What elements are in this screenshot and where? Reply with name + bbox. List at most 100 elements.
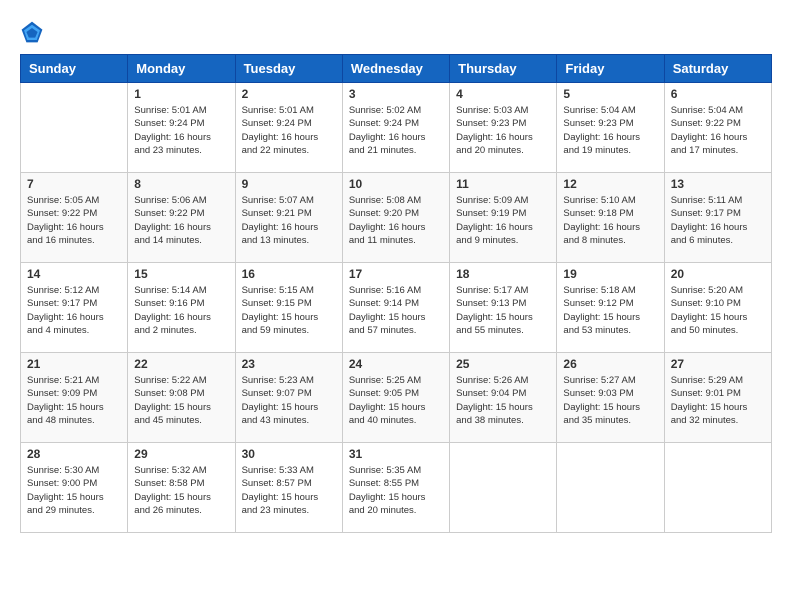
calendar-cell: 17 Sunrise: 5:16 AMSunset: 9:14 PMDaylig… — [342, 263, 449, 353]
calendar-cell: 10 Sunrise: 5:08 AMSunset: 9:20 PMDaylig… — [342, 173, 449, 263]
day-info: Sunrise: 5:07 AMSunset: 9:21 PMDaylight:… — [242, 194, 336, 247]
calendar-cell: 28 Sunrise: 5:30 AMSunset: 9:00 PMDaylig… — [21, 443, 128, 533]
day-number: 1 — [134, 87, 228, 101]
day-number: 29 — [134, 447, 228, 461]
day-number: 18 — [456, 267, 550, 281]
weekday-header: Thursday — [450, 55, 557, 83]
day-info: Sunrise: 5:15 AMSunset: 9:15 PMDaylight:… — [242, 284, 336, 337]
calendar-week-row: 7 Sunrise: 5:05 AMSunset: 9:22 PMDayligh… — [21, 173, 772, 263]
day-number: 30 — [242, 447, 336, 461]
weekday-header: Sunday — [21, 55, 128, 83]
calendar-cell: 31 Sunrise: 5:35 AMSunset: 8:55 PMDaylig… — [342, 443, 449, 533]
day-info: Sunrise: 5:02 AMSunset: 9:24 PMDaylight:… — [349, 104, 443, 157]
weekday-header: Monday — [128, 55, 235, 83]
calendar-cell: 11 Sunrise: 5:09 AMSunset: 9:19 PMDaylig… — [450, 173, 557, 263]
day-number: 21 — [27, 357, 121, 371]
day-number: 19 — [563, 267, 657, 281]
day-info: Sunrise: 5:29 AMSunset: 9:01 PMDaylight:… — [671, 374, 765, 427]
weekday-header: Tuesday — [235, 55, 342, 83]
day-number: 16 — [242, 267, 336, 281]
day-number: 20 — [671, 267, 765, 281]
calendar-cell: 24 Sunrise: 5:25 AMSunset: 9:05 PMDaylig… — [342, 353, 449, 443]
weekday-header: Saturday — [664, 55, 771, 83]
calendar-cell: 8 Sunrise: 5:06 AMSunset: 9:22 PMDayligh… — [128, 173, 235, 263]
day-info: Sunrise: 5:21 AMSunset: 9:09 PMDaylight:… — [27, 374, 121, 427]
day-number: 10 — [349, 177, 443, 191]
day-info: Sunrise: 5:04 AMSunset: 9:22 PMDaylight:… — [671, 104, 765, 157]
day-info: Sunrise: 5:18 AMSunset: 9:12 PMDaylight:… — [563, 284, 657, 337]
day-number: 6 — [671, 87, 765, 101]
calendar-cell — [450, 443, 557, 533]
calendar-cell: 29 Sunrise: 5:32 AMSunset: 8:58 PMDaylig… — [128, 443, 235, 533]
day-number: 17 — [349, 267, 443, 281]
day-info: Sunrise: 5:05 AMSunset: 9:22 PMDaylight:… — [27, 194, 121, 247]
day-info: Sunrise: 5:11 AMSunset: 9:17 PMDaylight:… — [671, 194, 765, 247]
calendar-cell: 3 Sunrise: 5:02 AMSunset: 9:24 PMDayligh… — [342, 83, 449, 173]
day-number: 5 — [563, 87, 657, 101]
day-number: 31 — [349, 447, 443, 461]
day-number: 8 — [134, 177, 228, 191]
day-info: Sunrise: 5:01 AMSunset: 9:24 PMDaylight:… — [242, 104, 336, 157]
day-number: 2 — [242, 87, 336, 101]
day-info: Sunrise: 5:35 AMSunset: 8:55 PMDaylight:… — [349, 464, 443, 517]
calendar-cell — [664, 443, 771, 533]
calendar-cell: 12 Sunrise: 5:10 AMSunset: 9:18 PMDaylig… — [557, 173, 664, 263]
day-info: Sunrise: 5:12 AMSunset: 9:17 PMDaylight:… — [27, 284, 121, 337]
calendar-cell: 9 Sunrise: 5:07 AMSunset: 9:21 PMDayligh… — [235, 173, 342, 263]
day-info: Sunrise: 5:09 AMSunset: 9:19 PMDaylight:… — [456, 194, 550, 247]
day-info: Sunrise: 5:20 AMSunset: 9:10 PMDaylight:… — [671, 284, 765, 337]
calendar-cell: 13 Sunrise: 5:11 AMSunset: 9:17 PMDaylig… — [664, 173, 771, 263]
day-info: Sunrise: 5:01 AMSunset: 9:24 PMDaylight:… — [134, 104, 228, 157]
calendar-cell: 4 Sunrise: 5:03 AMSunset: 9:23 PMDayligh… — [450, 83, 557, 173]
calendar-cell: 26 Sunrise: 5:27 AMSunset: 9:03 PMDaylig… — [557, 353, 664, 443]
day-info: Sunrise: 5:27 AMSunset: 9:03 PMDaylight:… — [563, 374, 657, 427]
day-info: Sunrise: 5:08 AMSunset: 9:20 PMDaylight:… — [349, 194, 443, 247]
day-number: 25 — [456, 357, 550, 371]
day-info: Sunrise: 5:04 AMSunset: 9:23 PMDaylight:… — [563, 104, 657, 157]
calendar-week-row: 21 Sunrise: 5:21 AMSunset: 9:09 PMDaylig… — [21, 353, 772, 443]
day-number: 15 — [134, 267, 228, 281]
calendar-table: SundayMondayTuesdayWednesdayThursdayFrid… — [20, 54, 772, 533]
day-number: 22 — [134, 357, 228, 371]
calendar-week-row: 1 Sunrise: 5:01 AMSunset: 9:24 PMDayligh… — [21, 83, 772, 173]
calendar-cell: 6 Sunrise: 5:04 AMSunset: 9:22 PMDayligh… — [664, 83, 771, 173]
day-info: Sunrise: 5:30 AMSunset: 9:00 PMDaylight:… — [27, 464, 121, 517]
calendar-cell: 19 Sunrise: 5:18 AMSunset: 9:12 PMDaylig… — [557, 263, 664, 353]
calendar-cell: 5 Sunrise: 5:04 AMSunset: 9:23 PMDayligh… — [557, 83, 664, 173]
day-info: Sunrise: 5:23 AMSunset: 9:07 PMDaylight:… — [242, 374, 336, 427]
logo-icon — [20, 20, 44, 44]
day-info: Sunrise: 5:03 AMSunset: 9:23 PMDaylight:… — [456, 104, 550, 157]
weekday-header: Wednesday — [342, 55, 449, 83]
calendar-cell — [21, 83, 128, 173]
day-number: 12 — [563, 177, 657, 191]
day-number: 3 — [349, 87, 443, 101]
day-info: Sunrise: 5:26 AMSunset: 9:04 PMDaylight:… — [456, 374, 550, 427]
calendar-week-row: 14 Sunrise: 5:12 AMSunset: 9:17 PMDaylig… — [21, 263, 772, 353]
calendar-cell: 7 Sunrise: 5:05 AMSunset: 9:22 PMDayligh… — [21, 173, 128, 263]
calendar-cell: 25 Sunrise: 5:26 AMSunset: 9:04 PMDaylig… — [450, 353, 557, 443]
day-number: 4 — [456, 87, 550, 101]
calendar-cell: 21 Sunrise: 5:21 AMSunset: 9:09 PMDaylig… — [21, 353, 128, 443]
calendar-week-row: 28 Sunrise: 5:30 AMSunset: 9:00 PMDaylig… — [21, 443, 772, 533]
day-info: Sunrise: 5:16 AMSunset: 9:14 PMDaylight:… — [349, 284, 443, 337]
page-header — [20, 20, 772, 44]
day-number: 7 — [27, 177, 121, 191]
calendar-cell: 18 Sunrise: 5:17 AMSunset: 9:13 PMDaylig… — [450, 263, 557, 353]
calendar-cell: 16 Sunrise: 5:15 AMSunset: 9:15 PMDaylig… — [235, 263, 342, 353]
calendar-cell: 2 Sunrise: 5:01 AMSunset: 9:24 PMDayligh… — [235, 83, 342, 173]
day-info: Sunrise: 5:32 AMSunset: 8:58 PMDaylight:… — [134, 464, 228, 517]
day-number: 27 — [671, 357, 765, 371]
calendar-cell: 1 Sunrise: 5:01 AMSunset: 9:24 PMDayligh… — [128, 83, 235, 173]
calendar-cell: 20 Sunrise: 5:20 AMSunset: 9:10 PMDaylig… — [664, 263, 771, 353]
day-number: 11 — [456, 177, 550, 191]
day-number: 13 — [671, 177, 765, 191]
calendar-cell: 23 Sunrise: 5:23 AMSunset: 9:07 PMDaylig… — [235, 353, 342, 443]
calendar-cell: 27 Sunrise: 5:29 AMSunset: 9:01 PMDaylig… — [664, 353, 771, 443]
day-info: Sunrise: 5:06 AMSunset: 9:22 PMDaylight:… — [134, 194, 228, 247]
day-info: Sunrise: 5:10 AMSunset: 9:18 PMDaylight:… — [563, 194, 657, 247]
calendar-cell: 30 Sunrise: 5:33 AMSunset: 8:57 PMDaylig… — [235, 443, 342, 533]
weekday-header: Friday — [557, 55, 664, 83]
calendar-cell: 15 Sunrise: 5:14 AMSunset: 9:16 PMDaylig… — [128, 263, 235, 353]
day-number: 28 — [27, 447, 121, 461]
day-info: Sunrise: 5:25 AMSunset: 9:05 PMDaylight:… — [349, 374, 443, 427]
